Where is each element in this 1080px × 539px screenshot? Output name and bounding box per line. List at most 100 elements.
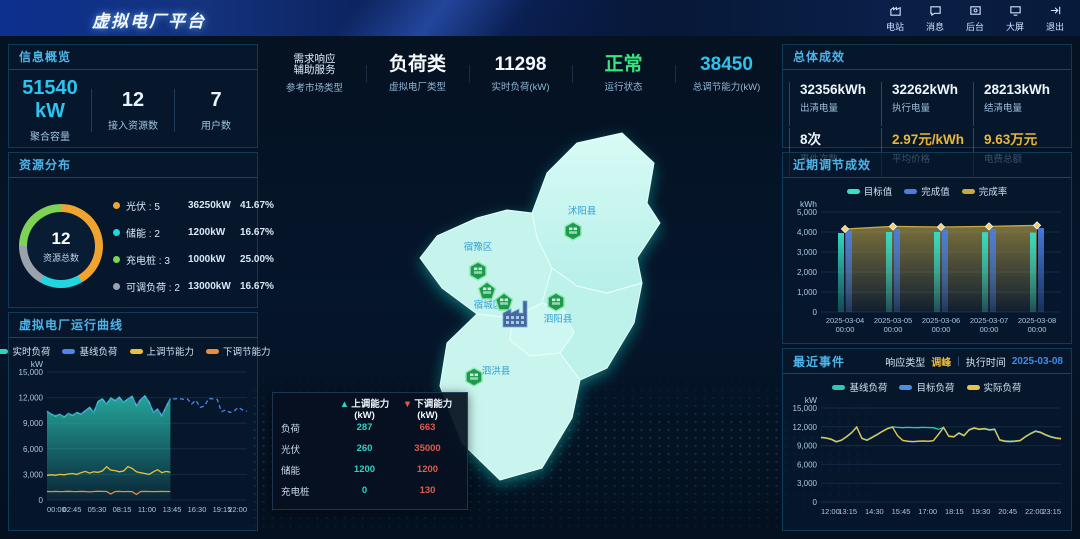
svg-text:13:15: 13:15 [838, 507, 857, 516]
svg-text:kW: kW [31, 359, 43, 369]
tooltip-row: 光伏26035000 [281, 438, 459, 459]
nav-label: 退出 [1046, 20, 1064, 33]
svg-text:15,000: 15,000 [19, 368, 44, 377]
nav-label: 大屏 [1006, 20, 1024, 33]
run-curve-chart[interactable]: 03,0006,0009,00012,00015,000kW00:0002:45… [9, 358, 253, 516]
exec-time-value[interactable]: 2025-03-08 [1012, 356, 1063, 367]
svg-text:00:00: 00:00 [884, 325, 903, 334]
svg-text:9,000: 9,000 [23, 419, 44, 428]
nav-电站[interactable]: 电站 [880, 3, 910, 33]
recent-adjust-chart[interactable]: 01,0002,0003,0004,0005,000kWh2025-03-040… [783, 198, 1067, 336]
map-label: 泗洪县 [482, 365, 511, 377]
panel-title: 虚拟电厂运行曲线 [9, 313, 257, 338]
run-curve-legend: 实时负荷基线负荷上调节能力下调节能力 [9, 344, 257, 358]
resource-marker-icon[interactable] [565, 222, 581, 240]
resource-legend-row[interactable]: 可调负荷 : 213000kW16.67% [113, 273, 274, 300]
legend-item[interactable]: 完成率 [962, 184, 1008, 198]
app-header: 虚拟电厂平台 电站 消息后台 大屏 退出 [0, 0, 1080, 36]
svg-text:13:45: 13:45 [163, 505, 182, 514]
svg-text:16:30: 16:30 [188, 505, 207, 514]
svg-text:15,000: 15,000 [793, 404, 818, 413]
nav-label: 后台 [966, 20, 984, 33]
resource-legend-row[interactable]: 储能 : 21200kW16.67% [113, 219, 274, 246]
legend-item[interactable]: 目标值 [847, 184, 893, 198]
svg-text:18:15: 18:15 [945, 507, 964, 516]
svg-text:11:00: 11:00 [138, 505, 156, 514]
app-title: 虚拟电厂平台 [92, 7, 206, 32]
legend-item[interactable]: 基线负荷 [832, 380, 887, 394]
down-arrow-icon: ▼ [403, 399, 412, 410]
panel-title: 总体成效 [783, 45, 1071, 70]
center-stat: 需求响应辅助服务参考市场类型 [263, 54, 366, 94]
nav-label: 电站 [886, 20, 904, 33]
message-icon [929, 4, 942, 19]
panel-run-curve: 虚拟电厂运行曲线 实时负荷基线负荷上调节能力下调节能力 03,0006,0009… [8, 312, 258, 531]
svg-text:19:30: 19:30 [972, 507, 991, 516]
svg-text:08:15: 08:15 [113, 505, 132, 514]
resource-marker-icon[interactable] [466, 368, 482, 386]
svg-text:2025-03-06: 2025-03-06 [922, 316, 960, 325]
response-type-label: 响应类型 [885, 354, 925, 369]
resource-marker-icon[interactable] [548, 293, 564, 311]
svg-text:05:30: 05:30 [88, 505, 107, 514]
nav-退出[interactable]: 退出 [1040, 3, 1070, 33]
overall-result-cell: 32356kWh出清电量 [789, 82, 881, 126]
overview-stat: 7用户数 [174, 89, 257, 132]
tooltip-row: 储能12001200 [281, 459, 459, 480]
svg-text:kWh: kWh [800, 199, 817, 209]
svg-text:4,000: 4,000 [797, 228, 818, 237]
legend-item[interactable]: 下调节能力 [206, 344, 271, 358]
screen-icon [1009, 4, 1022, 19]
resource-legend-row[interactable]: 光伏 : 536250kW41.67% [113, 192, 274, 219]
panel-title: 近期调节成效 [783, 153, 1071, 178]
svg-text:2025-03-05: 2025-03-05 [874, 316, 912, 325]
response-type-value[interactable]: 调峰 [931, 354, 951, 369]
svg-text:5,000: 5,000 [797, 208, 818, 217]
svg-text:00:00: 00:00 [980, 325, 999, 334]
exec-time-label: 执行时间 [966, 354, 1006, 369]
resource-legend-row[interactable]: 充电桩 : 31000kW25.00% [113, 246, 274, 273]
recent-adjust-legend: 目标值完成值完成率 [783, 184, 1071, 198]
tooltip-down-header: 下调能力(kW) [414, 399, 452, 421]
panel-resource-distribution: 资源分布 12 资源总数 光伏 : 536250kW41.67%储能 : 212… [8, 152, 258, 308]
map-label: 沭阳县 [568, 205, 597, 217]
legend-item[interactable]: 基线负荷 [62, 344, 117, 358]
nav-后台[interactable]: 后台 [960, 3, 990, 33]
resource-marker-icon[interactable] [470, 262, 486, 280]
svg-text:02:45: 02:45 [63, 505, 82, 514]
console-icon [969, 4, 982, 19]
center-stat: 11298实时负荷(kW) [469, 55, 572, 93]
map-label: 泗阳县 [544, 314, 573, 325]
legend-item[interactable]: 完成值 [904, 184, 950, 198]
legend-item[interactable]: 实时负荷 [0, 344, 50, 358]
svg-text:12:00: 12:00 [821, 507, 840, 516]
svg-text:14:30: 14:30 [865, 507, 884, 516]
panel-overall-results: 总体成效 32356kWh出清电量32262kWh执行电量28213kWh结清电… [782, 44, 1072, 148]
svg-text:kW: kW [805, 395, 817, 405]
panel-title: 资源分布 [9, 153, 257, 178]
nav-消息[interactable]: 消息 [920, 3, 950, 33]
svg-text:0: 0 [813, 498, 818, 507]
legend-item[interactable]: 上调节能力 [130, 344, 195, 358]
panel-title: 信息概览 [9, 45, 257, 70]
center-stat: 负荷类虚拟电厂类型 [366, 55, 469, 93]
recent-event-chart[interactable]: 03,0006,0009,00012,00015,000kW12:0013:15… [783, 394, 1067, 518]
legend-item[interactable]: 实际负荷 [967, 380, 1022, 394]
panel-recent-events: 最近事件 响应类型 调峰 | 执行时间 2025-03-08 基线负荷目标负荷实… [782, 348, 1072, 531]
exit-icon [1049, 4, 1062, 19]
svg-text:22:00: 22:00 [1025, 507, 1044, 516]
legend-item[interactable]: 目标负荷 [899, 380, 954, 394]
svg-text:00:00: 00:00 [932, 325, 951, 334]
info-overview-stats: 51540 kW聚合容量12接入资源数7用户数 [9, 74, 257, 146]
svg-text:9,000: 9,000 [797, 442, 818, 451]
svg-text:3,000: 3,000 [23, 470, 44, 479]
resource-donut-chart[interactable]: 12 资源总数 [19, 204, 103, 288]
nav-大屏[interactable]: 大屏 [1000, 3, 1030, 33]
center-stat: 正常运行状态 [572, 55, 675, 93]
panel-title: 最近事件 [793, 353, 845, 370]
svg-text:15:45: 15:45 [892, 507, 911, 516]
svg-text:1,000: 1,000 [797, 288, 818, 297]
overview-stat: 12接入资源数 [91, 89, 174, 132]
svg-text:0: 0 [813, 308, 818, 317]
overall-result-cell: 32262kWh执行电量 [881, 82, 973, 126]
